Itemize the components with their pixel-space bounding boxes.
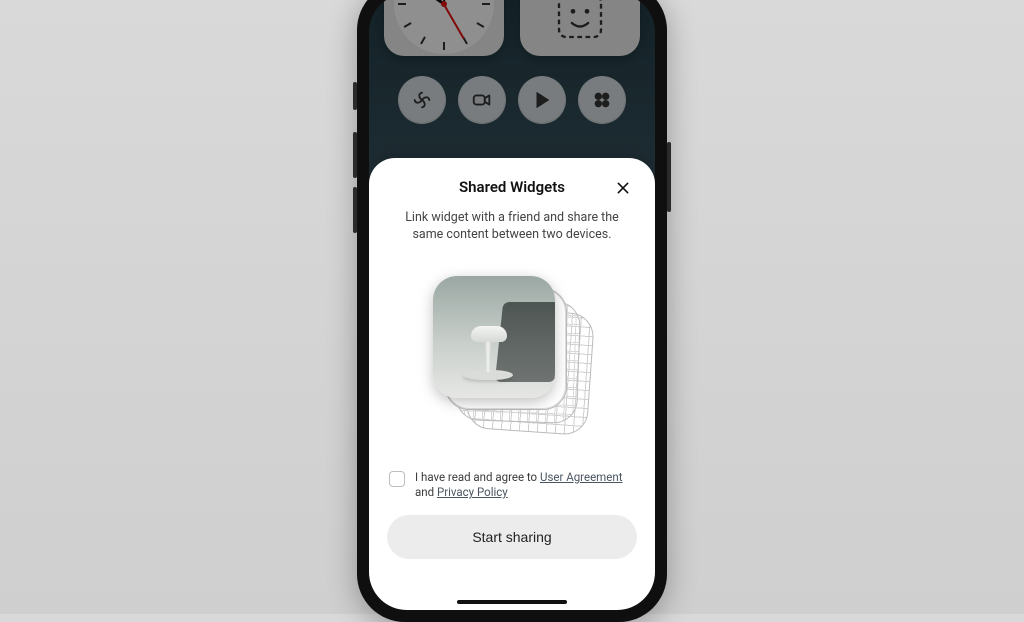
- illustration-card-front: [433, 276, 555, 398]
- phone-volume-up: [353, 132, 357, 178]
- sheet-description: Link widget with a friend and share the …: [387, 210, 637, 244]
- home-indicator[interactable]: [457, 600, 567, 604]
- shared-widgets-sheet: Shared Widgets Link widget with a friend…: [369, 158, 655, 610]
- sheet-header: Shared Widgets: [387, 178, 637, 196]
- close-icon: [615, 180, 631, 196]
- start-sharing-button[interactable]: Start sharing: [387, 515, 637, 559]
- consent-prefix: I have read and agree to: [415, 470, 540, 484]
- consent-checkbox[interactable]: [389, 471, 405, 487]
- start-sharing-label: Start sharing: [472, 529, 551, 545]
- phone-screen: Shared Widgets Link widget with a friend…: [369, 0, 655, 610]
- close-button[interactable]: [611, 176, 635, 200]
- privacy-policy-link[interactable]: Privacy Policy: [437, 485, 508, 499]
- phone-frame: Shared Widgets Link widget with a friend…: [357, 0, 667, 622]
- phone-power-button: [667, 142, 671, 212]
- illustration: [427, 270, 597, 440]
- consent-row: I have read and agree to User Agreement …: [387, 470, 637, 501]
- phone-side-button: [353, 82, 357, 110]
- consent-text: I have read and agree to User Agreement …: [415, 470, 631, 501]
- sheet-title: Shared Widgets: [459, 178, 565, 196]
- user-agreement-link[interactable]: User Agreement: [540, 470, 622, 484]
- phone-volume-down: [353, 187, 357, 233]
- consent-middle: and: [415, 485, 437, 499]
